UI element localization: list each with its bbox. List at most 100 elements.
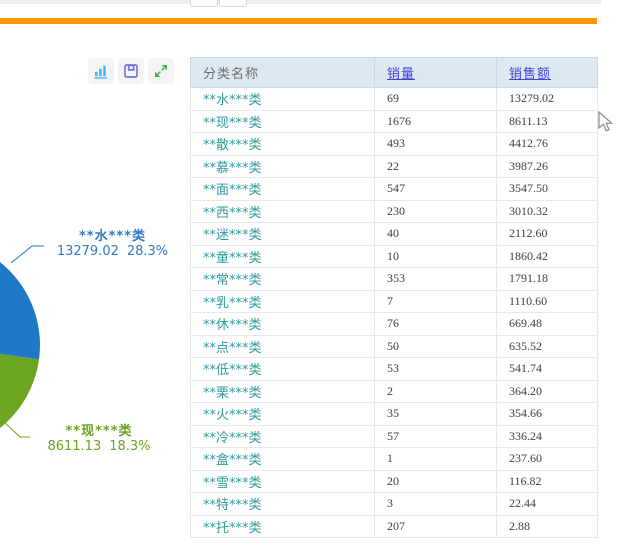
sales-amount-cell: 3547.50	[496, 177, 598, 201]
sales-qty-cell: 69	[374, 87, 497, 111]
category-name-cell[interactable]: **现***类	[190, 109, 375, 133]
sales-amount-cell: 635.52	[496, 334, 598, 358]
category-name-cell[interactable]: **面***类	[190, 177, 375, 201]
pie-label-2-category: **现***类	[65, 424, 133, 439]
table-row: **栗***类 2 364.20	[190, 379, 598, 403]
category-name-cell[interactable]: **乳***类	[190, 289, 375, 313]
sales-amount-cell: 364.20	[496, 379, 598, 403]
category-name-cell[interactable]: **栗***类	[190, 379, 375, 403]
sales-qty-cell: 353	[374, 267, 497, 291]
sales-amount-cell: 237.60	[496, 447, 598, 471]
table-row: **冷***类 57 336.24	[190, 424, 598, 448]
category-name-cell[interactable]: **迷***类	[190, 222, 375, 246]
category-name-cell[interactable]: **休***类	[190, 312, 375, 336]
sales-amount-cell: 8611.13	[496, 109, 598, 133]
partial-tab-button-2[interactable]	[219, 0, 247, 7]
pie-label-1-category: **水***类	[79, 229, 146, 244]
sales-amount-cell: 2112.60	[496, 222, 598, 246]
table-row: **童***类 10 1860.42	[190, 244, 598, 268]
sales-amount-cell: 3987.26	[496, 154, 598, 178]
sales-qty-cell: 2	[374, 379, 497, 403]
header-sales-qty: 销量	[374, 57, 497, 88]
table-row: **托***类 207 2.88	[190, 514, 598, 538]
sales-amount-cell: 22.44	[496, 492, 598, 516]
sales-amount-cell: 3010.32	[496, 199, 598, 223]
pie-label-1: **水***类 13279.02 28.3%	[40, 229, 185, 259]
pie-label-2-percent: 18.3%	[109, 439, 151, 454]
category-name-cell[interactable]: **慕***类	[190, 154, 375, 178]
table-row: **现***类 1676 8611.13	[190, 109, 598, 133]
sales-qty-cell: 57	[374, 424, 497, 448]
sales-qty-cell: 7	[374, 289, 497, 313]
category-name-cell[interactable]: **特***类	[190, 492, 375, 516]
sort-sales-qty-link[interactable]: 销量	[387, 67, 415, 82]
table-row: **火***类 35 354.66	[190, 402, 598, 426]
category-name-cell[interactable]: **托***类	[190, 514, 375, 538]
pie-label-2: **现***类 8611.13 18.3%	[28, 424, 170, 454]
sales-amount-cell: 2.88	[496, 514, 598, 538]
sales-qty-cell: 547	[374, 177, 497, 201]
sales-qty-cell: 207	[374, 514, 497, 538]
sales-qty-cell: 22	[374, 154, 497, 178]
category-name-cell[interactable]: **常***类	[190, 267, 375, 291]
category-name-cell[interactable]: **散***类	[190, 132, 375, 156]
sales-qty-cell: 50	[374, 334, 497, 358]
sales-qty-cell: 3	[374, 492, 497, 516]
table-row: **迷***类 40 2112.60	[190, 222, 598, 246]
table-row: **特***类 3 22.44	[190, 492, 598, 516]
table-row: **雪***类 20 116.82	[190, 469, 598, 493]
partial-tab-button-1[interactable]	[190, 0, 218, 7]
header-category-name: 分类名称	[190, 57, 375, 88]
sales-qty-cell: 53	[374, 357, 497, 381]
pie-label-1-value: 13279.02 28.3%	[40, 244, 185, 259]
sales-amount-cell: 1110.60	[496, 289, 598, 313]
table-row: **面***类 547 3547.50	[190, 177, 598, 201]
sales-qty-cell: 76	[374, 312, 497, 336]
category-name-cell[interactable]: **盒***类	[190, 447, 375, 471]
category-name-cell[interactable]: **低***类	[190, 357, 375, 381]
table-row: **慕***类 22 3987.26	[190, 154, 598, 178]
category-name-cell[interactable]: **雪***类	[190, 469, 375, 493]
mouse-cursor-icon	[598, 111, 614, 132]
table-row: **低***类 53 541.74	[190, 357, 598, 381]
sales-amount-cell: 354.66	[496, 402, 598, 426]
dashboard-page: **水***类 13279.02 28.3% **现***类 8611.13 18.…	[0, 0, 640, 558]
category-name-cell[interactable]: **水***类	[190, 87, 375, 111]
pie-label-2-amount: 8611.13	[47, 439, 102, 454]
header-sales-amount: 销售额	[496, 57, 598, 88]
sales-amount-cell: 541.74	[496, 357, 598, 381]
sales-qty-cell: 20	[374, 469, 497, 493]
pie-leader-line-2	[2, 420, 30, 438]
sales-amount-cell: 4412.76	[496, 132, 598, 156]
sales-qty-cell: 230	[374, 199, 497, 223]
sales-qty-cell: 40	[374, 222, 497, 246]
table-row: **休***类 76 669.48	[190, 312, 598, 336]
pie-slice-1[interactable]	[0, 239, 40, 360]
category-name-cell[interactable]: **童***类	[190, 244, 375, 268]
sales-amount-cell: 1791.18	[496, 267, 598, 291]
sort-sales-amount-link[interactable]: 销售额	[509, 67, 551, 82]
table-row: **散***类 493 4412.76	[190, 132, 598, 156]
sales-amount-cell: 13279.02	[496, 87, 598, 111]
table-row: **盒***类 1 237.60	[190, 447, 598, 471]
sales-amount-cell: 669.48	[496, 312, 598, 336]
table-row: **乳***类 7 1110.60	[190, 289, 598, 313]
category-name-cell[interactable]: **点***类	[190, 334, 375, 358]
table-row: **水***类 69 13279.02	[190, 87, 598, 111]
table-header-row: 分类名称 销量 销售额	[190, 57, 598, 88]
sales-amount-cell: 1860.42	[496, 244, 598, 268]
sales-qty-cell: 493	[374, 132, 497, 156]
category-name-cell[interactable]: **西***类	[190, 199, 375, 223]
pie-label-2-value: 8611.13 18.3%	[28, 439, 170, 454]
sales-qty-cell: 1676	[374, 109, 497, 133]
category-name-cell[interactable]: **冷***类	[190, 424, 375, 448]
table-row: **西***类 230 3010.32	[190, 199, 598, 223]
table-row: **点***类 50 635.52	[190, 334, 598, 358]
category-table-container: 分类名称 销量 销售额 **水***类 69 13279.02 **现***类 1676…	[190, 57, 598, 558]
category-name-cell[interactable]: **火***类	[190, 402, 375, 426]
sales-qty-cell: 10	[374, 244, 497, 268]
pie-label-1-percent: 28.3%	[126, 244, 169, 259]
sales-amount-cell: 336.24	[496, 424, 598, 448]
pie-chart	[0, 239, 44, 438]
pie-label-1-amount: 13279.02	[56, 244, 119, 259]
